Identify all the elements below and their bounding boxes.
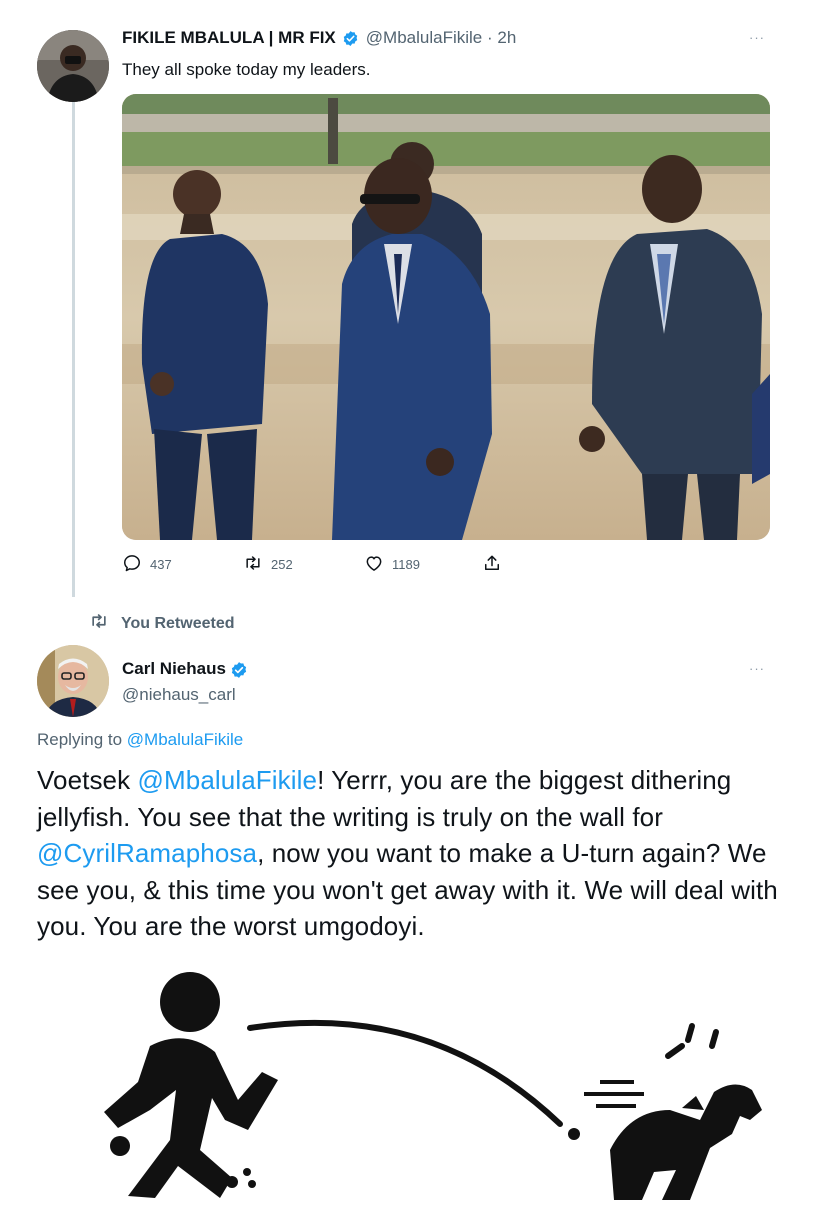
avatar-mbalula[interactable] <box>37 30 109 102</box>
tweet-text: They all spoke today my leaders. <box>122 60 371 79</box>
handle[interactable]: @niehaus_carl <box>122 685 236 705</box>
display-name[interactable]: Carl Niehaus <box>122 659 226 679</box>
reply-icon <box>122 553 142 576</box>
avatar-niehaus[interactable] <box>37 645 109 717</box>
replying-to: Replying to @MbalulaFikile <box>37 730 243 750</box>
retweet-notice-text: You Retweeted <box>121 614 235 632</box>
verified-icon <box>342 30 359 47</box>
reply-button[interactable]: 437 <box>122 553 172 576</box>
mention-ramaphosa[interactable]: @CyrilRamaphosa <box>37 838 257 868</box>
like-icon <box>364 553 384 576</box>
separator: · <box>486 28 493 47</box>
reply-count: 437 <box>150 557 172 572</box>
handle[interactable]: @MbalulaFikile <box>366 28 482 47</box>
timestamp[interactable]: 2h <box>497 28 516 47</box>
retweeted-icon <box>89 611 109 636</box>
share-icon <box>482 553 502 576</box>
share-button[interactable] <box>482 553 502 576</box>
thread-line <box>72 102 75 597</box>
retweet-notice: You Retweeted <box>89 611 235 636</box>
replying-to-mention[interactable]: @MbalulaFikile <box>127 730 243 749</box>
like-button[interactable]: 1189 <box>364 553 420 576</box>
mention-mbalula[interactable]: @MbalulaFikile <box>138 765 318 795</box>
tweet2-header: Carl Niehaus <box>122 659 250 679</box>
more-options-button[interactable]: ··· <box>749 661 765 676</box>
display-name[interactable]: FIKILE MBALULA | MR FIX <box>122 28 336 48</box>
like-count: 1189 <box>392 557 420 572</box>
more-options-button[interactable]: ··· <box>749 30 765 45</box>
retweet-icon <box>243 553 263 576</box>
tweet-photo[interactable] <box>122 94 770 540</box>
retweet-button[interactable]: 252 <box>243 553 293 576</box>
replying-label: Replying to <box>37 730 123 749</box>
retweet-count: 252 <box>271 557 293 572</box>
tweet2-body: Voetsek @MbalulaFikile! Yerrr, you are t… <box>37 762 797 945</box>
verified-icon <box>230 661 247 678</box>
body-word: Voetsek <box>37 765 131 795</box>
tweet-header: FIKILE MBALULA | MR FIX @MbalulaFikile ·… <box>122 27 516 49</box>
kick-dog-illustration <box>0 960 821 1200</box>
